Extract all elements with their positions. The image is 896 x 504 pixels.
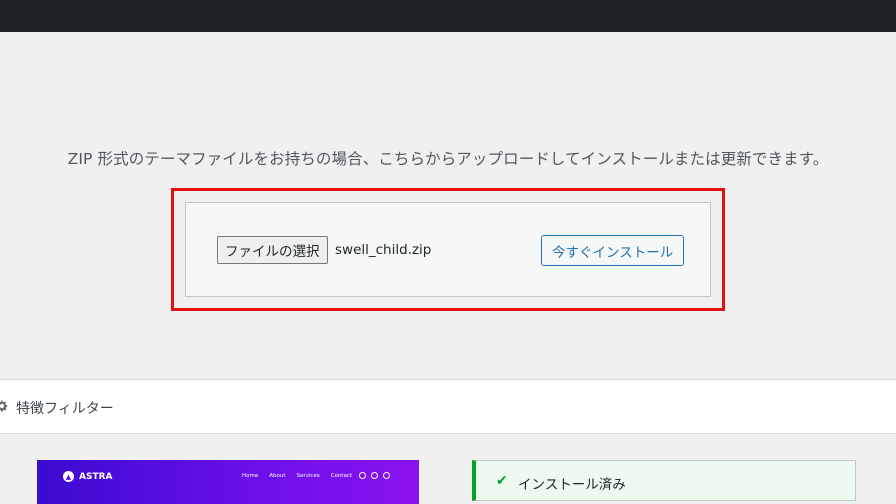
feature-filter-bar: 特徴フィルター bbox=[0, 379, 896, 434]
astra-preview-nav: Home About Services Contact bbox=[242, 473, 352, 479]
upload-description: ZIP 形式のテーマファイルをお持ちの場合、こちらからアップロードしてインストー… bbox=[67, 150, 829, 168]
astra-nav-item: Home bbox=[242, 473, 259, 479]
astra-nav-item: Contact bbox=[330, 473, 353, 479]
theme-card-astra[interactable]: ▲ ASTRA Home About Services Contact bbox=[37, 460, 419, 504]
check-icon: ✔ bbox=[496, 473, 508, 489]
installed-notice: ✔ インストール済み bbox=[472, 460, 856, 501]
installed-label: インストール済み bbox=[518, 477, 626, 493]
admin-bar bbox=[0, 0, 896, 32]
astra-nav-item: Services bbox=[296, 473, 320, 479]
instagram-icon bbox=[359, 472, 366, 479]
theme-upload-form: ファイルの選択 swell_child.zip 今すぐインストール bbox=[185, 202, 711, 297]
astra-social-icons bbox=[359, 472, 390, 479]
facebook-icon bbox=[371, 472, 378, 479]
astra-nav-item: About bbox=[269, 473, 286, 479]
selected-file-name: swell_child.zip bbox=[335, 242, 432, 258]
twitter-icon bbox=[383, 472, 390, 479]
install-now-button[interactable]: 今すぐインストール bbox=[541, 235, 685, 266]
feature-filter-link[interactable]: 特徴フィルター bbox=[16, 398, 114, 418]
choose-file-button[interactable]: ファイルの選択 bbox=[217, 236, 328, 264]
astra-logo: ▲ ASTRA bbox=[63, 471, 112, 482]
astra-brand-name: ASTRA bbox=[79, 471, 113, 482]
gear-icon[interactable] bbox=[0, 399, 9, 413]
astra-logo-icon: ▲ bbox=[63, 471, 74, 482]
